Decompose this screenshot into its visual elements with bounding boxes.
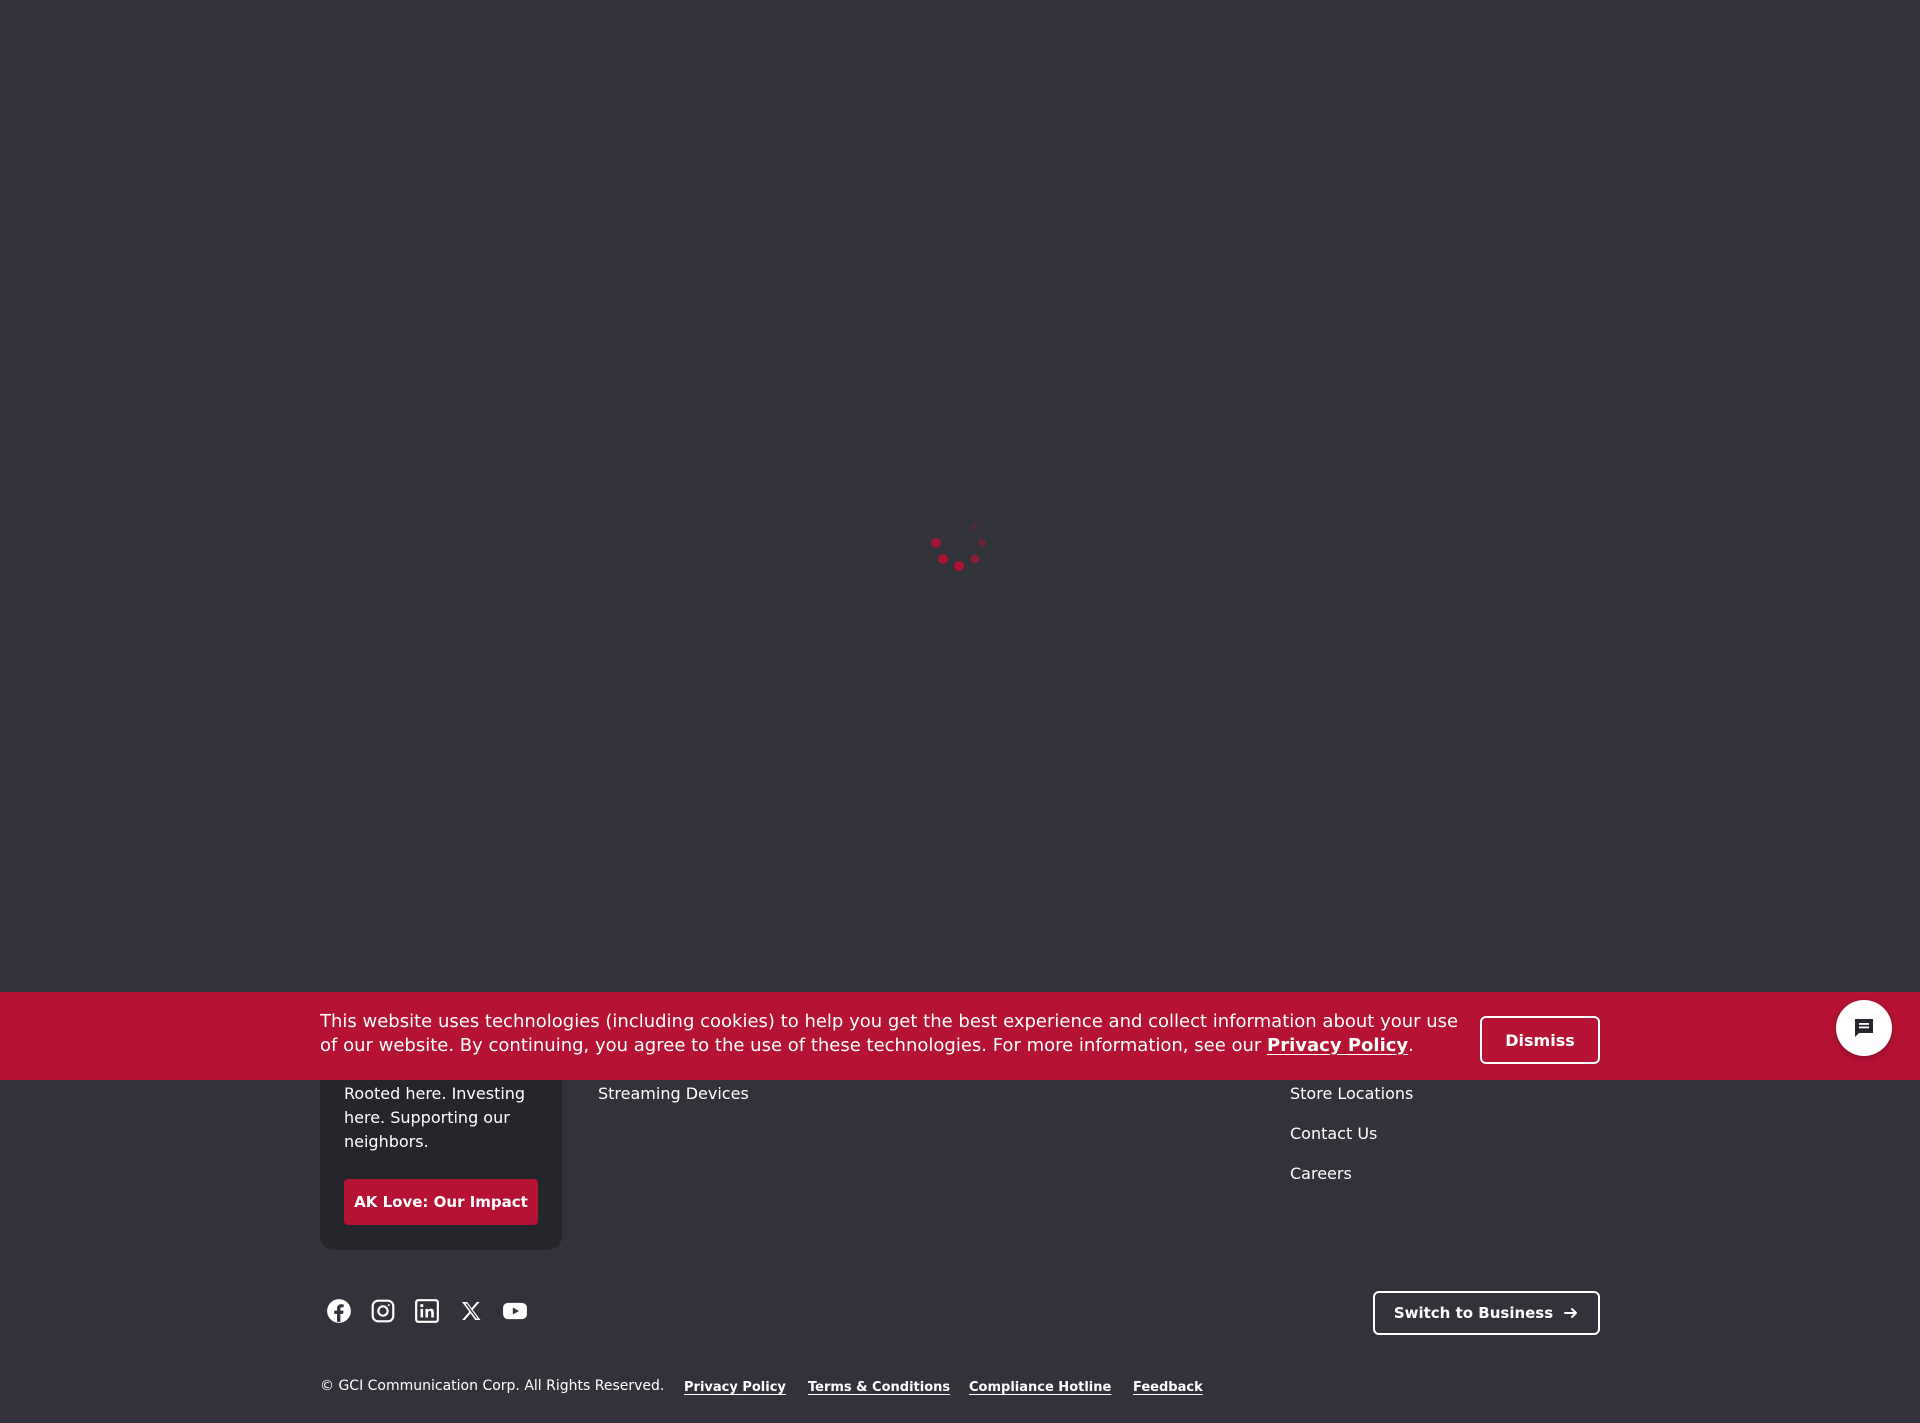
footer-link-store-locations[interactable]: Store Locations	[1290, 1084, 1413, 1104]
switch-to-business-label: Switch to Business	[1393, 1304, 1554, 1322]
dismiss-button[interactable]: Dismiss	[1480, 1016, 1600, 1064]
cookie-privacy-policy-link[interactable]: Privacy Policy	[1267, 1035, 1408, 1056]
footer-link-streaming-devices[interactable]: Streaming Devices	[598, 1084, 749, 1104]
arrow-right-icon	[1564, 1308, 1578, 1318]
x-icon[interactable]	[456, 1296, 486, 1326]
impact-card: Rooted here. Investing here. Supporting …	[320, 1080, 562, 1250]
facebook-icon[interactable]	[324, 1296, 354, 1326]
instagram-icon[interactable]	[368, 1296, 398, 1326]
legal-link-privacy-policy[interactable]: Privacy Policy	[684, 1378, 786, 1398]
footer-link-contact-us[interactable]: Contact Us	[1290, 1124, 1377, 1144]
social-links	[324, 1296, 530, 1328]
chat-button[interactable]	[1836, 1000, 1892, 1056]
cookie-text-end: .	[1408, 1035, 1414, 1056]
loading-spinner-icon	[931, 517, 986, 571]
legal-link-terms-conditions[interactable]: Terms & Conditions	[808, 1378, 950, 1398]
legal-link-compliance-hotline[interactable]: Compliance Hotline	[969, 1378, 1111, 1398]
chat-bubble-icon	[1855, 1019, 1873, 1037]
ak-love-impact-button[interactable]: AK Love: Our Impact	[344, 1179, 538, 1225]
linkedin-icon[interactable]	[412, 1296, 442, 1326]
footer-link-careers[interactable]: Careers	[1290, 1164, 1352, 1184]
copyright: © GCI Communication Corp. All Rights Res…	[320, 1378, 665, 1394]
legal-link-feedback[interactable]: Feedback	[1133, 1378, 1203, 1398]
youtube-icon[interactable]	[500, 1296, 530, 1326]
cookie-banner-text: This website uses technologies (includin…	[320, 1010, 1460, 1058]
impact-text: Rooted here. Investing here. Supporting …	[344, 1084, 526, 1151]
switch-to-business-button[interactable]: Switch to Business	[1373, 1291, 1600, 1335]
page: Rooted here. Investing here. Supporting …	[0, 0, 1920, 1423]
